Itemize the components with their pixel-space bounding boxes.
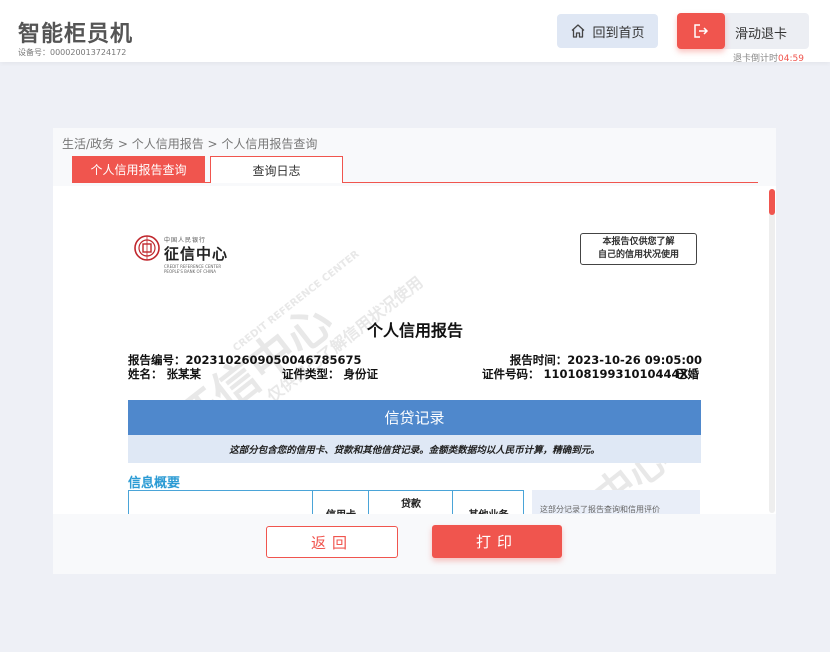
table-header-other: 其他业务 [452, 491, 524, 514]
table-header-credit-card: 信用卡 [312, 491, 369, 514]
exit-card-button[interactable]: 滑动退卡 [677, 13, 809, 49]
logo-name: 征信中心 [164, 245, 229, 263]
home-icon [572, 24, 585, 38]
id-type: 证件类型： 身份证 [282, 367, 379, 381]
exit-card-label: 滑动退卡 [735, 27, 788, 42]
home-button-label: 回到首页 [592, 25, 645, 41]
report-viewer[interactable]: 征信中心 CREDIT REFERENCE CENTER 仅供自己了解信用状况使… [53, 186, 776, 514]
countdown: 退卡倒计时04:59 [733, 51, 804, 64]
tab-credit-report-query[interactable]: 个人信用报告查询 [72, 156, 205, 183]
back-button[interactable]: 返回 [266, 526, 398, 558]
section-credit-records: 信贷记录 [128, 400, 701, 435]
side-note: 这部分记录了报告查询和信用评价 [532, 490, 700, 514]
holder-name: 姓名： 张某某 [128, 367, 202, 381]
section-note: 这部分包含您的信用卡、贷款和其他信贷记录。金额类数据均以人民币计算，精确到元。 [128, 435, 701, 463]
disclaimer-line-2: 自己的信用状况使用 [597, 250, 679, 260]
credit-center-seal-icon [134, 235, 160, 261]
table-header-loan: 贷款 [368, 491, 453, 514]
summary-table: 信用卡 贷款 其他业务 [128, 490, 524, 514]
disclaimer-line-1: 本报告仅供您了解 [602, 237, 675, 247]
app-title: 智能柜员机 [18, 22, 134, 47]
logo-sub-2: PEOPLE'S BANK OF CHINA [164, 269, 216, 274]
info-summary-heading: 信息概要 [128, 476, 181, 491]
print-button[interactable]: 打印 [432, 525, 562, 558]
logout-icon [694, 24, 709, 38]
scrollbar-thumb[interactable] [769, 189, 775, 215]
breadcrumb: 生活/政务 > 个人信用报告 > 个人信用报告查询 [62, 137, 318, 151]
scrollbar-track[interactable] [769, 189, 775, 513]
home-button[interactable]: 回到首页 [557, 14, 658, 48]
credit-report-document: 征信中心 CREDIT REFERENCE CENTER 仅供自己了解信用状况使… [128, 186, 702, 514]
main-card: 生活/政务 > 个人信用报告 > 个人信用报告查询 个人信用报告查询 查询日志 … [53, 128, 776, 574]
tab-bar: 个人信用报告查询 查询日志 [72, 156, 758, 183]
report-title: 个人信用报告 [366, 321, 463, 340]
tab-query-log[interactable]: 查询日志 [210, 156, 343, 183]
top-header: 智能柜员机 设备号：000020013724172 回到首页 滑动退卡 退卡倒计… [0, 0, 830, 64]
disclaimer-stamp: 本报告仅供您了解 自己的信用状况使用 [580, 233, 697, 265]
marital-status: 已婚 [676, 367, 699, 381]
exit-icon-box [677, 13, 725, 49]
credit-center-logo: 中国人民银行 征信中心 CREDIT REFERENCE CENTER PEOP… [134, 235, 228, 274]
device-id: 设备号：000020013724172 [18, 48, 127, 57]
id-number: 证件号码： 11010819931010444X [482, 367, 689, 381]
countdown-label: 退卡倒计时 [733, 54, 779, 64]
countdown-value: 04:59 [778, 54, 804, 64]
